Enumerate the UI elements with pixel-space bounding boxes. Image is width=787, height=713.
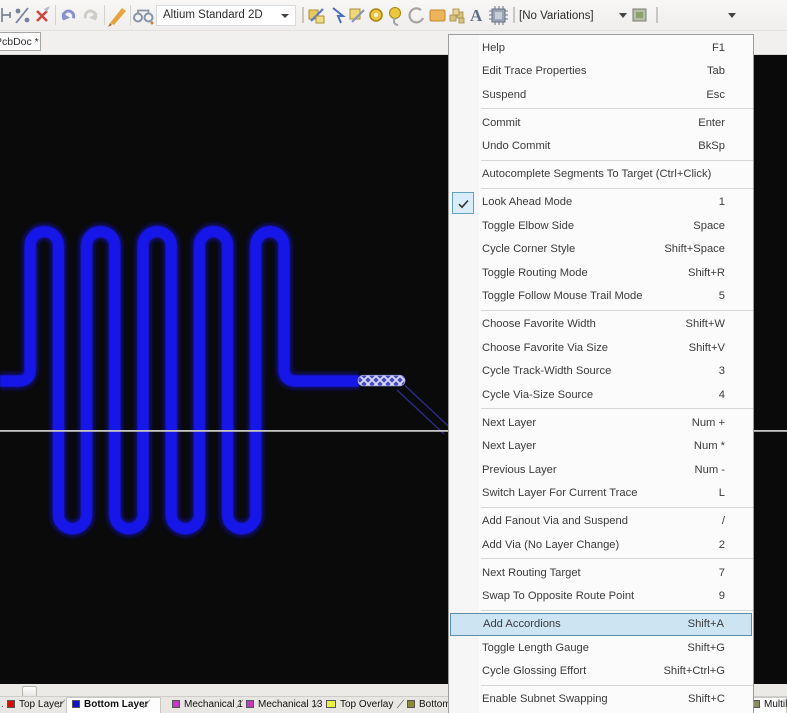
- svg-text:A: A: [470, 6, 483, 25]
- svg-text:[No Variations]: [No Variations]: [519, 10, 594, 22]
